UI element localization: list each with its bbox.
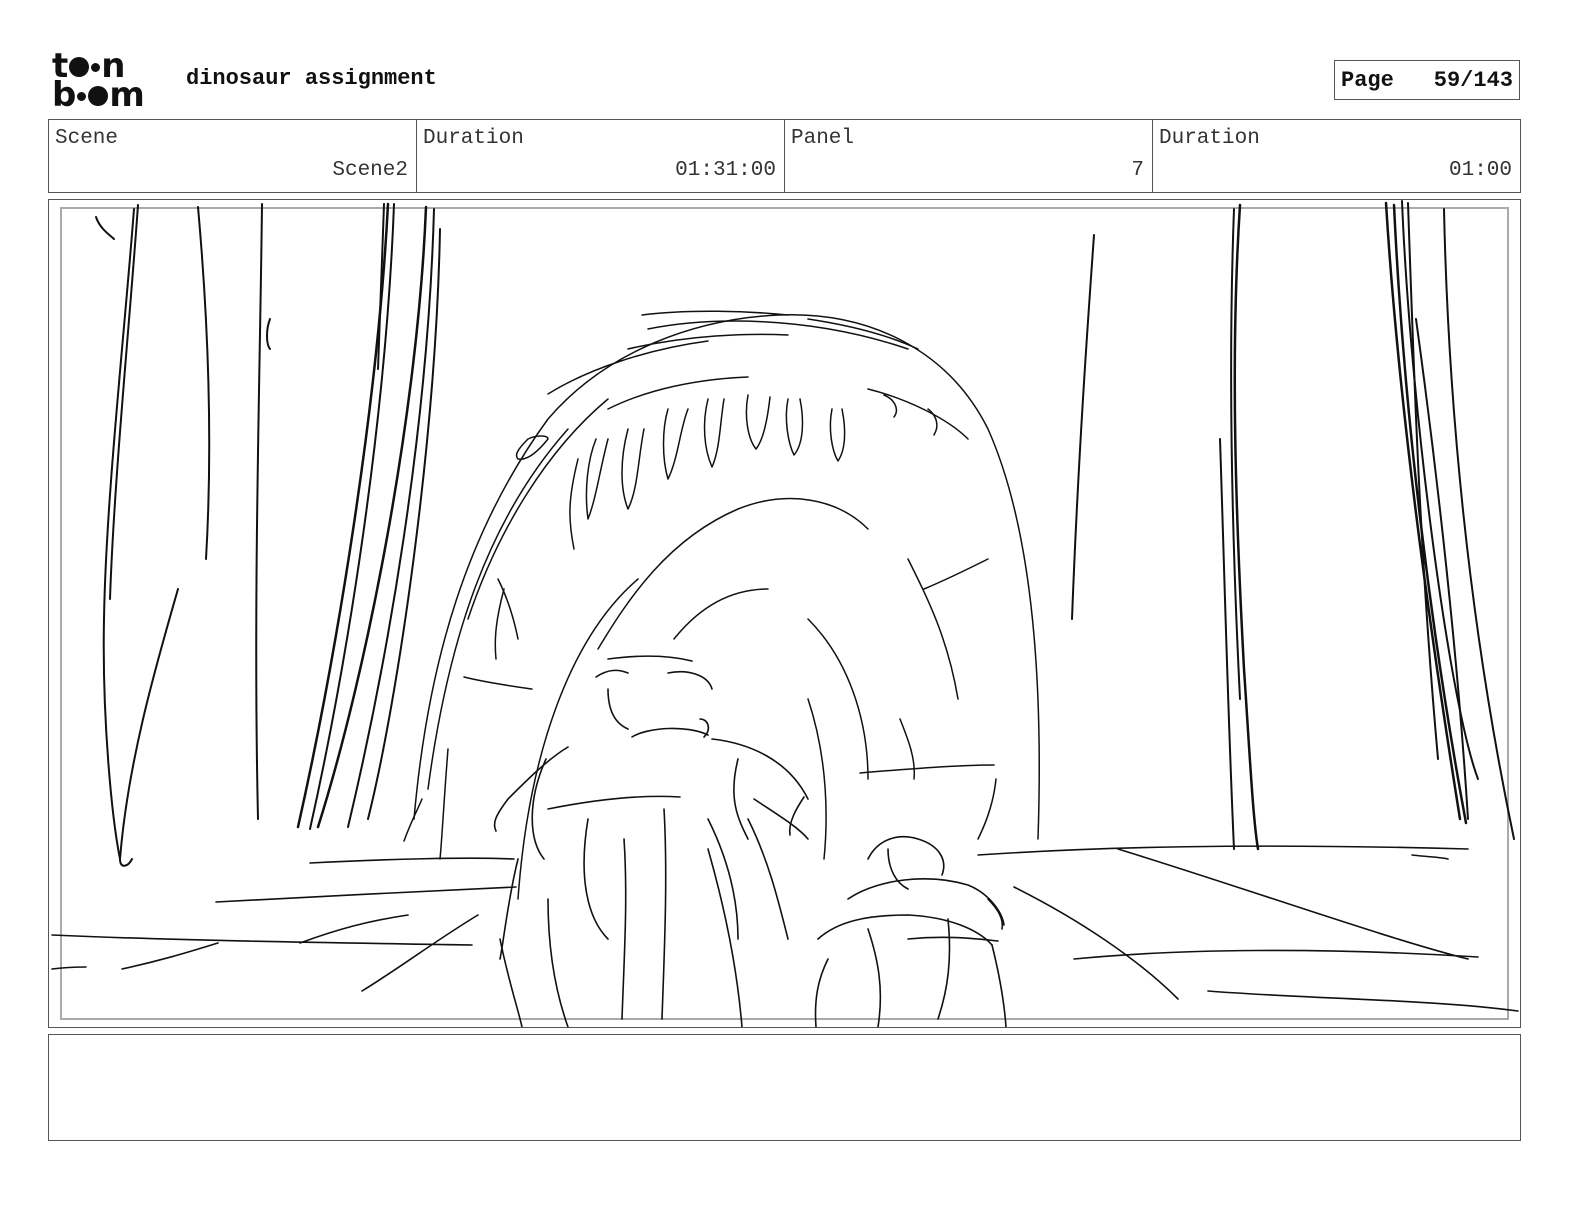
panel-duration-label: Duration — [1159, 127, 1260, 150]
scene-value: Scene2 — [332, 159, 408, 182]
scene-info-row: Scene Scene2 Duration 01:31:00 Panel 7 D… — [48, 119, 1521, 193]
character-small — [814, 836, 1007, 1027]
panel-duration-value: 01:00 — [1448, 159, 1512, 182]
logo-dot-small — [77, 92, 87, 101]
panel-value: 7 — [1131, 159, 1144, 182]
scene-duration-cell: Duration 01:31:00 — [417, 120, 785, 192]
logo-dot-big — [88, 86, 109, 106]
logo-dot-small — [91, 63, 101, 72]
scene-duration-label: Duration — [423, 127, 524, 150]
scene-label: Scene — [55, 127, 119, 150]
page-counter: Page 59/143 — [1334, 60, 1520, 100]
right-tree-trunks — [1071, 200, 1515, 851]
panel-notes-box — [48, 1034, 1521, 1141]
left-tree-trunks — [95, 202, 441, 867]
panel-label: Panel — [791, 127, 855, 150]
character-large — [493, 655, 809, 1027]
logo-line-2: b m — [52, 75, 145, 115]
scene-cell: Scene Scene2 — [49, 120, 417, 192]
panel-cell: Panel 7 — [785, 120, 1153, 192]
panel-duration-cell: Duration 01:00 — [1153, 120, 1520, 192]
toon-boom-logo: t n b m — [52, 49, 164, 115]
logo-letter-m: m — [109, 75, 145, 115]
logo-letter-b: b — [52, 75, 77, 115]
project-title: dinosaur assignment — [186, 66, 437, 91]
page-value: 59/143 — [1433, 67, 1513, 93]
storyboard-sketch — [51, 200, 1519, 1027]
page-label: Page — [1341, 67, 1394, 93]
scene-duration-value: 01:31:00 — [675, 159, 776, 182]
logo-dot-big — [69, 57, 90, 77]
